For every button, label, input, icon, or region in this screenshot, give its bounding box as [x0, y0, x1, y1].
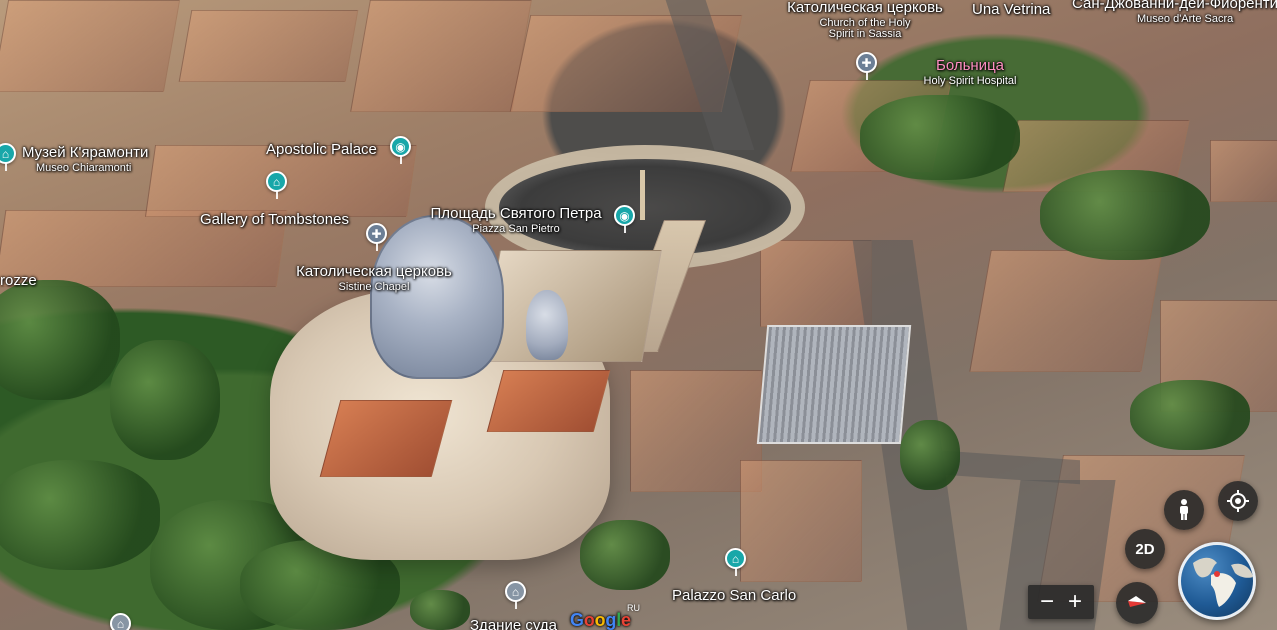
label-museo-chiaramonti[interactable]: Музей К'ярамонти Museo Chiaramonti: [22, 145, 148, 174]
my-location-button[interactable]: [1218, 481, 1258, 521]
label-primary: Католическая церковь: [296, 263, 452, 280]
small-dome: [526, 290, 568, 360]
label-primary: Palazzo San Carlo: [672, 587, 797, 604]
terracotta-roof: [319, 400, 453, 477]
compass-button[interactable]: [1116, 582, 1158, 624]
globe-icon: [1193, 557, 1253, 607]
camera-icon[interactable]: ◉: [614, 205, 635, 226]
label-primary: Una Vetrina: [972, 1, 1051, 18]
google-logo: Google: [570, 610, 631, 630]
label-primary: Больница: [935, 57, 1005, 74]
poi-stem: [735, 567, 737, 576]
label-secondary: Sistine Chapel: [338, 280, 410, 293]
label-piazza-san-pietro[interactable]: Площадь Святого Петра Piazza San Pietro: [430, 206, 601, 235]
label-secondary: Holy Spirit Hospital: [923, 74, 1017, 87]
zoom-in-button[interactable]: +: [1064, 590, 1086, 614]
trees: [0, 460, 160, 570]
label-primary: Сан-Джованни-деи-Фиорентини: [1072, 0, 1277, 12]
label-secondary: Church of the Holy Spirit in Sassia: [819, 16, 911, 41]
city-block: [969, 250, 1163, 372]
paul-vi-audience-hall: [756, 325, 912, 444]
location-icon: [1227, 490, 1249, 512]
label-primary: Католическая церковь: [787, 0, 943, 16]
poi-stem: [376, 242, 378, 251]
poi-stem: [5, 162, 7, 171]
label-secondary: Museo Chiaramonti: [36, 161, 132, 174]
language-indicator: RU: [627, 603, 640, 613]
label-palazzo-san-carlo[interactable]: Palazzo San Carlo: [672, 588, 796, 604]
label-zdanie-suda[interactable]: Здание суда: [470, 618, 557, 630]
basilica-dome: [370, 215, 504, 379]
label-primary: Площадь Святого Петра: [430, 205, 602, 222]
trees: [900, 420, 960, 490]
zoom-out-button[interactable]: −: [1036, 590, 1058, 614]
label-holy-spirit-church[interactable]: Католическая церковь Church of the Holy …: [787, 0, 943, 41]
terracotta-roof: [486, 370, 611, 432]
camera-icon[interactable]: ◉: [390, 136, 411, 157]
trees: [1130, 380, 1250, 450]
basilica-nave: [480, 250, 662, 362]
poi-stem: [866, 71, 868, 80]
pegman-button[interactable]: [1164, 490, 1204, 530]
trees: [410, 590, 470, 630]
label-gallery-of-tombstones[interactable]: Gallery of Tombstones: [200, 212, 349, 228]
label-rozze[interactable]: rozze: [0, 273, 37, 289]
pegman-icon: [1180, 499, 1188, 520]
label-apostolic-palace[interactable]: Apostolic Palace: [266, 142, 377, 158]
trees: [860, 95, 1020, 180]
label-una-vetrina[interactable]: Una Vetrina: [972, 2, 1050, 18]
city-block: [0, 0, 181, 92]
museum-icon[interactable]: ⌂: [725, 548, 746, 569]
label-primary: rozze: [0, 272, 37, 289]
trees: [580, 520, 670, 590]
label-museo-arte-sacra[interactable]: Сан-Джованни-деи-Фиорентини Museo d'Arte…: [1072, 0, 1277, 25]
museum-icon[interactable]: ⌂: [266, 171, 287, 192]
label-primary: Здание суда: [470, 617, 557, 630]
zoom-controls: − +: [1028, 585, 1094, 619]
globe-button[interactable]: [1178, 542, 1256, 620]
city-block: [350, 0, 532, 112]
label-sistine-chapel[interactable]: Католическая церковь Sistine Chapel: [296, 264, 452, 293]
city-block: [740, 460, 862, 582]
city-block: [178, 10, 359, 82]
toggle-2d-button[interactable]: 2D: [1125, 529, 1165, 569]
museum-icon[interactable]: ⌂: [0, 143, 16, 164]
label-primary: Музей К'ярамонти: [22, 144, 149, 161]
label-secondary: Piazza San Pietro: [472, 222, 560, 235]
label-secondary: Museo d'Arte Sacra: [1137, 12, 1234, 25]
church-icon[interactable]: ✚: [856, 52, 877, 73]
poi-stem: [624, 224, 626, 233]
poi-stem: [515, 600, 517, 609]
compass-icon: [1128, 596, 1146, 607]
trees: [1040, 170, 1210, 260]
label-hospital[interactable]: Больница Holy Spirit Hospital: [924, 58, 1017, 87]
trees: [110, 340, 220, 460]
city-block: [1210, 140, 1277, 202]
church-icon[interactable]: ✚: [366, 223, 387, 244]
museum-icon[interactable]: ⌂: [505, 581, 526, 602]
poi-stem: [276, 190, 278, 199]
poi-stem: [400, 155, 402, 164]
obelisk: [640, 170, 645, 220]
museum-icon[interactable]: ⌂: [110, 613, 131, 630]
3d-map-view[interactable]: ⌂ ◉ ⌂ ◉ ✚ ✚ ⌂ ⌂ ⌂ Музей К'ярамонти Museo…: [0, 0, 1277, 630]
label-primary: Apostolic Palace: [266, 141, 377, 158]
trees: [0, 280, 120, 400]
label-primary: Gallery of Tombstones: [200, 211, 349, 228]
